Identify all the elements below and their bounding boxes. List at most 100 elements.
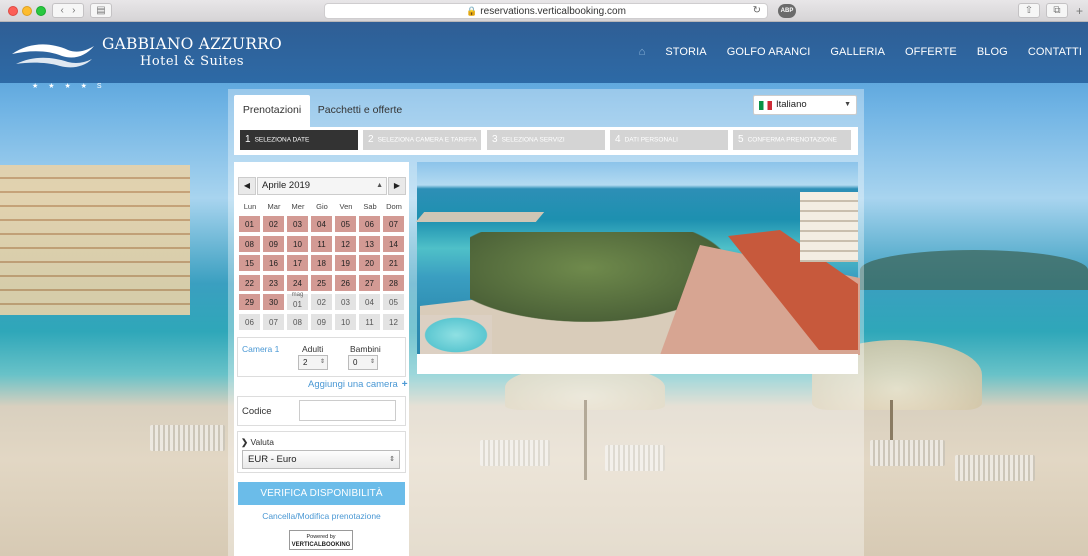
calendar-day[interactable]: 01 bbox=[238, 215, 261, 233]
calendar-day[interactable]: 17 bbox=[286, 254, 309, 272]
minimize-window-button[interactable] bbox=[22, 6, 32, 16]
calendar-day: 09 bbox=[310, 312, 333, 331]
share-button[interactable]: ⇧ bbox=[1018, 3, 1040, 18]
back-forward-buttons[interactable]: ‹ › bbox=[52, 3, 84, 18]
currency-value: EUR - Euro bbox=[248, 454, 297, 465]
address-bar[interactable]: 🔒 reservations.verticalbooking.com ↻ bbox=[324, 3, 768, 19]
photo-pool bbox=[420, 315, 492, 355]
calendar-day[interactable]: 28 bbox=[382, 273, 405, 292]
reload-icon[interactable]: ↻ bbox=[753, 4, 761, 18]
calendar-day: 11 bbox=[358, 312, 381, 331]
next-month-label: mag bbox=[291, 292, 304, 298]
currency-label[interactable]: ❯ Valuta bbox=[241, 437, 274, 448]
calendar-day[interactable]: 23 bbox=[262, 273, 285, 292]
children-label: Bambini bbox=[350, 344, 381, 354]
photo-bottom-frame bbox=[417, 354, 858, 374]
updown-icon: ⇕ bbox=[369, 359, 375, 365]
calendar-day[interactable]: 10 bbox=[286, 234, 309, 253]
logo-title[interactable]: GABBIANO AZZURRO bbox=[102, 35, 282, 53]
calendar-day: 12 bbox=[382, 312, 405, 331]
close-window-button[interactable] bbox=[8, 6, 18, 16]
updown-icon: ▲ bbox=[376, 182, 383, 189]
calendar-day[interactable]: 19 bbox=[334, 254, 357, 272]
language-select[interactable]: Italiano ▼ bbox=[753, 95, 857, 115]
weekday-label: Mar bbox=[267, 202, 281, 211]
background-lounger bbox=[955, 455, 1035, 481]
check-availability-button[interactable]: VERIFICA DISPONIBILITÀ bbox=[238, 482, 405, 505]
calendar-day[interactable]: 08 bbox=[238, 234, 261, 253]
calendar-day[interactable]: 25 bbox=[310, 273, 333, 292]
calendar-day[interactable]: 15 bbox=[238, 254, 261, 272]
calendar-day[interactable]: 11 bbox=[310, 234, 333, 253]
calendar-day[interactable]: 02 bbox=[262, 215, 285, 233]
calendar-day[interactable]: 22 bbox=[238, 273, 261, 292]
adults-value: 2 bbox=[303, 358, 308, 367]
calendar-day[interactable]: 30 bbox=[262, 293, 285, 311]
step-3-seleziona-servizi: 3 SELEZIONA SERVIZI bbox=[487, 130, 605, 150]
calendar-day[interactable]: 29 bbox=[238, 293, 261, 311]
next-month-button[interactable]: ▶ bbox=[388, 177, 406, 195]
nav-item-offerte[interactable]: OFFERTE bbox=[905, 46, 957, 58]
calendar-day[interactable]: 27 bbox=[358, 273, 381, 292]
calendar-day[interactable]: 03 bbox=[286, 215, 309, 233]
promo-code-label: Codice bbox=[242, 406, 272, 417]
children-select[interactable]: 0 ⇕ bbox=[348, 355, 378, 370]
language-value: Italiano bbox=[776, 99, 807, 110]
calendar-day[interactable]: 16 bbox=[262, 254, 285, 272]
background-lounger bbox=[150, 425, 225, 451]
step-2-seleziona-camera: 2 SELEZIONA CAMERA E TARIFFA bbox=[363, 130, 481, 150]
chevron-right-icon: ❯ bbox=[241, 437, 249, 447]
currency-select[interactable]: EUR - Euro ⇕ bbox=[242, 450, 400, 469]
step-5-conferma-prenotazione: 5 CONFERMA PRENOTAZIONE bbox=[733, 130, 851, 150]
gull-logo-icon[interactable] bbox=[10, 36, 96, 72]
calendar-day[interactable]: 24 bbox=[286, 273, 309, 292]
calendar-day[interactable]: 13 bbox=[358, 234, 381, 253]
calendar-day: 06 bbox=[238, 312, 261, 331]
nav-item-golfo-aranci[interactable]: GOLFO ARANCI bbox=[727, 46, 811, 58]
calendar-day[interactable]: 21 bbox=[382, 254, 405, 272]
calendar-day[interactable]: 09 bbox=[262, 234, 285, 253]
powered-by-verticalbooking-logo[interactable]: Powered by VERTICALBOOKING bbox=[289, 530, 353, 550]
browser-toolbar: ‹ › ▤ 🔒 reservations.verticalbooking.com … bbox=[0, 0, 1088, 22]
calendar-day: 05 bbox=[382, 293, 405, 311]
weekday-label: Ven bbox=[339, 202, 353, 211]
home-icon[interactable]: ⌂ bbox=[639, 46, 646, 58]
calendar-day[interactable]: 26 bbox=[334, 273, 357, 292]
back-icon[interactable]: ‹ bbox=[60, 5, 63, 16]
forward-icon[interactable]: › bbox=[72, 5, 75, 16]
sidebar-toggle-button[interactable]: ▤ bbox=[90, 3, 112, 18]
cancel-modify-booking-link[interactable]: Cancella/Modifica prenotazione bbox=[238, 511, 405, 521]
add-room-label: Aggiungi una camera bbox=[308, 379, 398, 390]
calendar-day[interactable]: 14 bbox=[382, 234, 405, 253]
adults-select[interactable]: 2 ⇕ bbox=[298, 355, 328, 370]
calendar-day[interactable]: 18 bbox=[310, 254, 333, 272]
main-navigation: ⌂ STORIA GOLFO ARANCI GALLERIA OFFERTE B… bbox=[619, 46, 1082, 58]
calendar-day[interactable]: 12 bbox=[334, 234, 357, 253]
tabs-overview-button[interactable]: ⧉ bbox=[1046, 3, 1068, 18]
photo-pier bbox=[415, 212, 545, 222]
nav-item-contatti[interactable]: CONTATTI bbox=[1028, 46, 1082, 58]
calendar-day: 07 bbox=[262, 312, 285, 331]
nav-item-galleria[interactable]: GALLERIA bbox=[830, 46, 885, 58]
calendar-day: 10 bbox=[334, 312, 357, 331]
updown-icon: ⇕ bbox=[389, 456, 395, 463]
zoom-window-button[interactable] bbox=[36, 6, 46, 16]
calendar-day[interactable]: 04 bbox=[310, 215, 333, 233]
tab-pacchetti-e-offerte[interactable]: Pacchetti e offerte bbox=[310, 95, 410, 127]
chevron-right-icon: ▶ bbox=[393, 181, 401, 190]
month-select[interactable]: Aprile 2019 ▲ bbox=[257, 177, 387, 195]
calendar-day[interactable]: 06 bbox=[358, 215, 381, 233]
calendar-day[interactable]: 05 bbox=[334, 215, 357, 233]
nav-item-blog[interactable]: BLOG bbox=[977, 46, 1008, 58]
calendar-day[interactable]: 07 bbox=[382, 215, 405, 233]
promo-code-input[interactable] bbox=[299, 400, 396, 421]
add-room-link[interactable]: Aggiungi una camera + bbox=[308, 379, 408, 390]
adblock-extension-icon[interactable]: ABP bbox=[778, 4, 796, 18]
prev-month-button[interactable]: ◀ bbox=[238, 177, 256, 195]
new-tab-icon[interactable]: + bbox=[1076, 4, 1083, 18]
tab-prenotazioni[interactable]: Prenotazioni bbox=[234, 95, 310, 127]
calendar-day[interactable]: 20 bbox=[358, 254, 381, 272]
nav-item-storia[interactable]: STORIA bbox=[665, 46, 706, 58]
logo-subtitle[interactable]: Hotel & Suites bbox=[140, 54, 244, 69]
step-4-dati-personali: 4 DATI PERSONALI bbox=[610, 130, 728, 150]
